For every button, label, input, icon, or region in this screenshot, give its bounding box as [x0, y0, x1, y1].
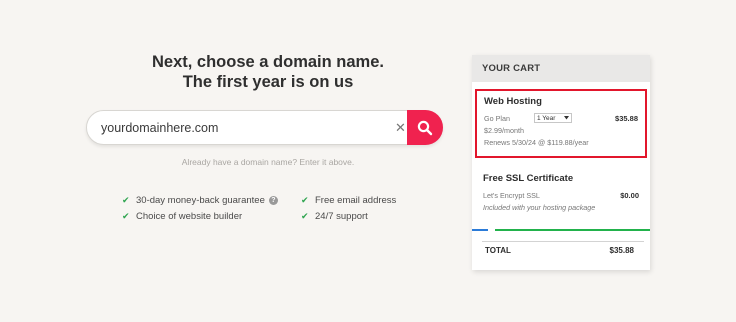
plan-name: Go Plan: [484, 113, 510, 123]
total-label: TOTAL: [485, 246, 511, 255]
ssl-note: Included with your hosting package: [483, 202, 596, 212]
total-value: $35.88: [609, 246, 634, 255]
plan-row: Go Plan 1 Year $35.88: [484, 112, 638, 124]
cart-total: TOTAL $35.88: [485, 246, 634, 255]
help-icon[interactable]: ?: [268, 195, 278, 205]
feature-item: ✔ 24/7 support: [301, 208, 396, 224]
domain-search-input[interactable]: [101, 111, 391, 144]
check-icon: ✔: [301, 210, 309, 221]
feature-label: Choice of website builder: [136, 210, 243, 222]
domain-search-bar: ✕: [86, 110, 443, 145]
ssl-row: Let's Encrypt SSL $0.00: [483, 189, 639, 201]
cart-item-ssl: Free SSL Certificate Let's Encrypt SSL $…: [475, 173, 647, 213]
search-button[interactable]: [407, 110, 443, 145]
feature-label: Free email address: [315, 194, 397, 206]
headline-line-1: Next, choose a domain name.: [152, 53, 384, 71]
progress-gap: [488, 229, 495, 231]
monthly-price: $2.99/month: [484, 125, 524, 135]
feature-item: ✔ Free email address: [301, 192, 396, 208]
feature-item: ✔ 30-day money-back guarantee ?: [122, 192, 278, 208]
checkout-progress-bar: [472, 229, 650, 231]
search-icon: [417, 120, 433, 135]
domain-hint-text: Already have a domain name? Enter it abo…: [181, 157, 355, 167]
divider: [482, 241, 644, 242]
item-price: $35.88: [615, 113, 638, 123]
ssl-name: Let's Encrypt SSL: [483, 190, 540, 200]
clear-icon[interactable]: ✕: [395, 111, 406, 144]
term-value: 1 Year: [536, 114, 556, 122]
cart-panel: YOUR CART Web Hosting Go Plan 1 Year $35…: [472, 55, 650, 270]
progress-segment-active: [472, 229, 488, 231]
renewal-text: Renews 5/30/24 @ $119.88/year: [484, 137, 589, 147]
page-title: Next, choose a domain name. The first ye…: [100, 52, 436, 92]
feature-label: 24/7 support: [315, 210, 368, 222]
check-icon: ✔: [301, 194, 309, 205]
item-title: Web Hosting: [484, 96, 542, 107]
check-icon: ✔: [122, 194, 130, 205]
feature-item: ✔ Choice of website builder: [122, 208, 278, 224]
features-column-2: ✔ Free email address ✔ 24/7 support: [301, 192, 396, 224]
cart-header: YOUR CART: [472, 55, 650, 82]
check-icon: ✔: [122, 210, 130, 221]
term-select[interactable]: 1 Year: [533, 113, 572, 123]
chevron-down-icon: [563, 116, 569, 120]
feature-label: 30-day money-back guarantee: [136, 194, 265, 206]
cart-item-web-hosting: Web Hosting Go Plan 1 Year $35.88 $2.99/…: [475, 89, 647, 158]
features-column-1: ✔ 30-day money-back guarantee ? ✔ Choice…: [122, 192, 278, 224]
headline-line-2: The first year is on us: [182, 73, 354, 91]
item-price: $0.00: [620, 190, 639, 200]
item-title: Free SSL Certificate: [483, 173, 574, 184]
